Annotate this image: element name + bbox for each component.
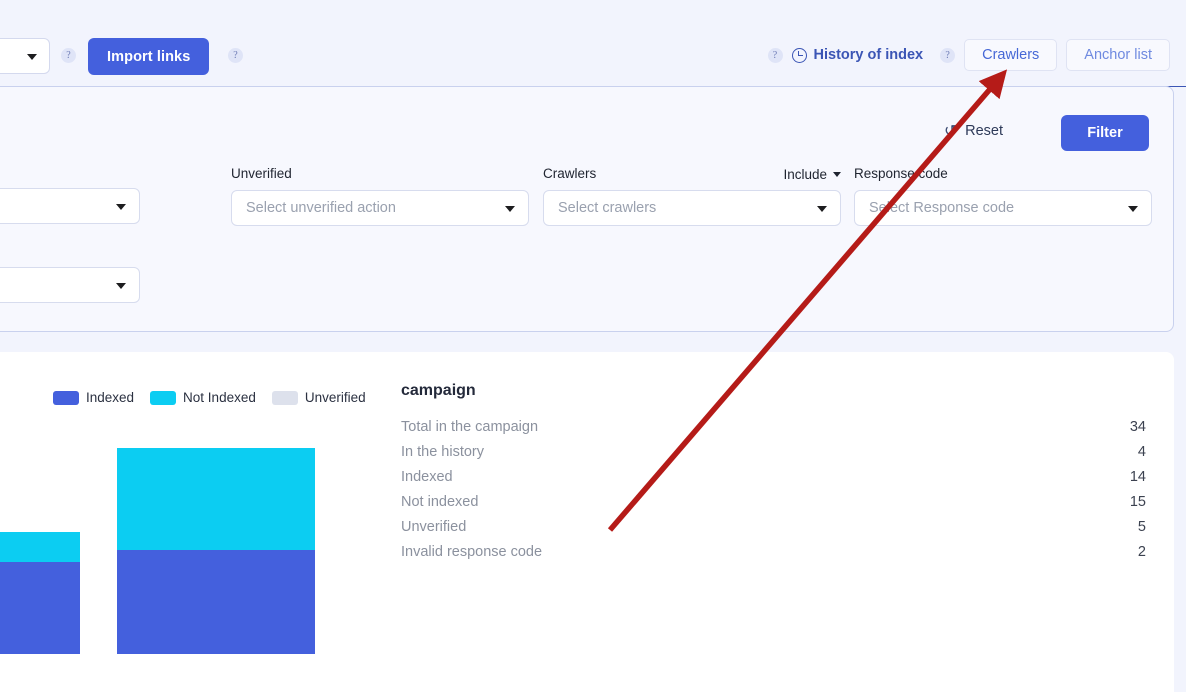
stat-value-total: 34	[1129, 419, 1146, 435]
stat-value-unverified: 5	[1137, 519, 1146, 535]
include-toggle-label: Include	[783, 167, 827, 182]
stat-value-invalid-response: 2	[1137, 544, 1146, 560]
partial-left-bottom-select[interactable]: exing option	[0, 267, 140, 303]
reset-button[interactable]: ↻ Reset	[944, 121, 1003, 141]
unverified-label: Unverified	[231, 166, 292, 181]
filter-field-partial-left-top	[0, 188, 140, 224]
chevron-down-icon	[1128, 206, 1138, 212]
chart-bar-0-segment-indexed	[0, 562, 80, 654]
crawlers-placeholder: Select crawlers	[558, 200, 657, 216]
legend-item-indexed: Indexed	[53, 390, 134, 405]
stat-label-not-indexed: Not indexed	[401, 494, 479, 510]
crawlers-select[interactable]: Select crawlers	[543, 190, 841, 226]
filter-field-partial-left-bottom: on exing option	[0, 243, 140, 303]
campaign-stats: campaign Total in the campaign 34 In the…	[401, 382, 1146, 569]
help-icon-crawlers[interactable]: ?	[940, 47, 956, 63]
chart-legend: Indexed Not Indexed Unverified	[53, 390, 373, 405]
legend-swatch-unverified	[271, 390, 298, 405]
clock-icon	[791, 47, 807, 63]
chart-bar-1-segment-indexed	[117, 550, 315, 654]
stat-row: Total in the campaign 34	[401, 419, 1146, 444]
stat-label-invalid-response: Invalid response code	[401, 544, 543, 560]
stat-value-indexed: 14	[1129, 469, 1146, 485]
partial-left-bottom-label: on	[0, 243, 140, 258]
chevron-down-icon	[817, 206, 827, 212]
legend-swatch-indexed	[53, 390, 79, 405]
help-icon-history[interactable]: ?	[767, 47, 783, 63]
chevron-down-icon	[116, 204, 126, 210]
help-icon-select[interactable]: ?	[61, 48, 76, 63]
include-toggle[interactable]: Include	[783, 167, 841, 182]
filter-field-response-code: Response code Select Response code	[854, 166, 1152, 226]
stat-value-not-indexed: 15	[1129, 494, 1146, 510]
stat-label-unverified: Unverified	[401, 519, 467, 535]
filter-field-unverified: Unverified Select unverified action	[231, 166, 529, 226]
chevron-down-icon	[505, 206, 515, 212]
chevron-down-icon	[833, 172, 841, 177]
partial-left-top-select[interactable]	[0, 188, 140, 224]
stat-value-history: 4	[1137, 444, 1146, 460]
stat-label-history: In the history	[401, 444, 485, 460]
legend-swatch-not-indexed	[150, 390, 177, 405]
chart-bar-0-segment-not-indexed	[0, 532, 80, 562]
response-code-placeholder: Select Response code	[869, 200, 1015, 216]
campaign-stats-title: campaign	[401, 382, 476, 399]
history-of-index-label: History of index	[813, 47, 924, 63]
toolbar-left-select[interactable]	[0, 38, 50, 74]
stacked-bar-chart	[0, 444, 360, 654]
filter-button[interactable]: Filter	[1061, 115, 1149, 151]
stat-row: Unverified 5	[401, 519, 1146, 544]
filter-field-crawlers: Crawlers Include Select crawlers	[543, 166, 841, 226]
toolbar-right-group: ? History of index ? Crawlers Anchor lis…	[767, 39, 1170, 71]
response-code-select[interactable]: Select Response code	[854, 190, 1152, 226]
chevron-down-icon	[116, 283, 126, 289]
reset-label: Reset	[965, 123, 1003, 139]
chart-bar-0[interactable]	[0, 532, 80, 654]
crawlers-button[interactable]: Crawlers	[964, 39, 1058, 71]
legend-item-not-indexed: Not Indexed	[150, 390, 256, 405]
response-code-label: Response code	[854, 166, 948, 181]
stat-row: Indexed 14	[401, 469, 1146, 494]
stat-row: In the history 4	[401, 444, 1146, 469]
filter-panel: ↻ Reset Filter Unverified Select unverif…	[0, 86, 1174, 332]
chart-bar-1[interactable]	[117, 448, 315, 654]
stat-label-indexed: Indexed	[401, 469, 453, 485]
legend-label-unverified: Unverified	[304, 390, 366, 405]
top-toolbar: ? Import links ? ? History of index ? Cr…	[0, 0, 1186, 87]
results-panel: Indexed Not Indexed Unverified campaign …	[0, 352, 1174, 692]
stat-label-total: Total in the campaign	[401, 419, 539, 435]
unverified-placeholder: Select unverified action	[246, 200, 396, 216]
anchor-list-button[interactable]: Anchor list	[1066, 39, 1170, 71]
import-links-button[interactable]: Import links	[88, 38, 210, 75]
legend-label-indexed: Indexed	[86, 390, 135, 405]
help-icon-import[interactable]: ?	[228, 48, 243, 63]
chart-bar-1-segment-not-indexed	[117, 448, 315, 550]
legend-label-not-indexed: Not Indexed	[183, 390, 256, 405]
history-of-index-link[interactable]: History of index	[791, 47, 924, 63]
unverified-select[interactable]: Select unverified action	[231, 190, 529, 226]
chevron-down-icon	[27, 54, 37, 60]
app-root: ? Import links ? ? History of index ? Cr…	[0, 0, 1186, 692]
reset-icon: ↻	[943, 123, 958, 140]
stat-row: Not indexed 15	[401, 494, 1146, 519]
legend-item-unverified: Unverified	[271, 390, 366, 405]
stat-row: Invalid response code 2	[401, 544, 1146, 569]
